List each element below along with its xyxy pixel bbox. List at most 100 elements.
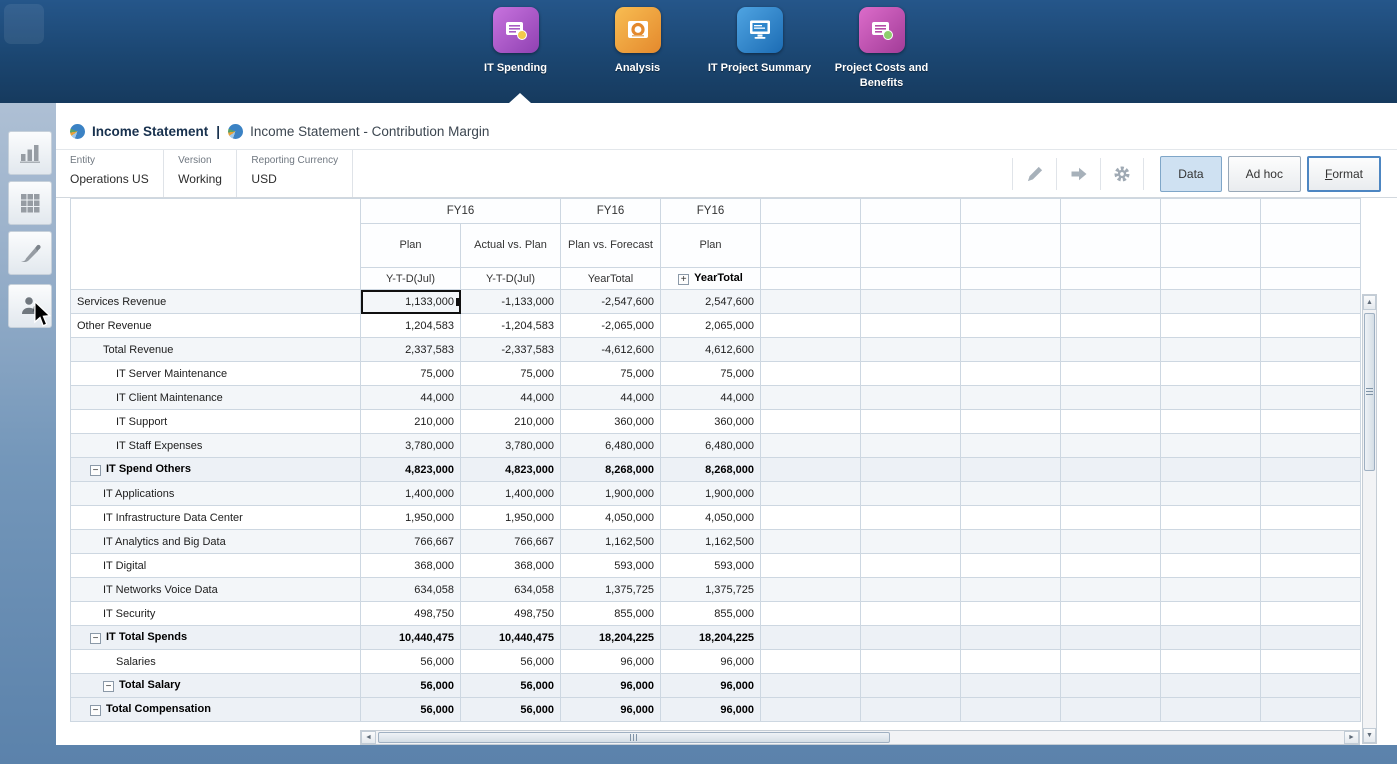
row-label[interactable]: Services Revenue (71, 290, 361, 314)
row-label[interactable]: IT Server Maintenance (71, 362, 361, 386)
grid-cell[interactable]: 96,000 (561, 674, 661, 698)
grid-cell[interactable]: -1,204,583 (461, 314, 561, 338)
column-header-empty[interactable] (1161, 268, 1261, 290)
grid-cell[interactable]: 96,000 (661, 674, 761, 698)
grid-cell[interactable] (761, 506, 861, 530)
grid-cell[interactable]: 56,000 (361, 698, 461, 722)
grid-cell[interactable]: 96,000 (561, 650, 661, 674)
grid-cell[interactable]: 75,000 (561, 362, 661, 386)
grid-cell[interactable] (761, 362, 861, 386)
grid-cell[interactable] (861, 434, 961, 458)
grid-cell[interactable] (961, 338, 1061, 362)
column-header-empty[interactable] (761, 199, 861, 224)
grid-cell[interactable]: 634,058 (461, 578, 561, 602)
collapse-icon[interactable]: − (103, 681, 114, 692)
grid-cell[interactable] (1161, 650, 1261, 674)
grid-cell[interactable] (861, 530, 961, 554)
column-header-year[interactable]: FY16 (361, 199, 561, 224)
row-label[interactable]: IT Infrastructure Data Center (71, 506, 361, 530)
grid-cell[interactable] (861, 482, 961, 506)
grid-cell[interactable] (1161, 506, 1261, 530)
edit-button[interactable] (1012, 158, 1056, 190)
grid-cell[interactable] (861, 650, 961, 674)
grid-cell[interactable] (861, 338, 961, 362)
grid-cell[interactable] (1161, 674, 1261, 698)
grid-cell[interactable] (861, 506, 961, 530)
column-header-period[interactable]: Y-T-D(Jul) (461, 268, 561, 290)
grid-cell[interactable] (1161, 482, 1261, 506)
grid-cell[interactable] (1061, 362, 1161, 386)
grid-cell[interactable]: 1,400,000 (461, 482, 561, 506)
grid-cell[interactable] (761, 290, 861, 314)
grid-cell[interactable]: 44,000 (461, 386, 561, 410)
column-header-empty[interactable] (961, 199, 1061, 224)
row-label[interactable]: Salaries (71, 650, 361, 674)
grid-cell[interactable] (1061, 482, 1161, 506)
grid-cell[interactable] (961, 434, 1061, 458)
grid-cell[interactable]: 44,000 (361, 386, 461, 410)
grid-cell[interactable] (1261, 554, 1361, 578)
grid-cell[interactable] (1161, 698, 1261, 722)
grid-cell[interactable] (1261, 674, 1361, 698)
grid-cell[interactable] (961, 674, 1061, 698)
grid-cell[interactable] (761, 434, 861, 458)
grid-cell[interactable] (1061, 314, 1161, 338)
column-header-scenario[interactable]: Actual vs. Plan (461, 224, 561, 268)
sidebar-grid-button[interactable] (8, 181, 52, 225)
grid-cell[interactable]: 1,133,000 (361, 290, 461, 314)
grid-cell[interactable]: 8,268,000 (661, 458, 761, 482)
grid-cell[interactable]: 360,000 (561, 410, 661, 434)
nav-item-it-spending[interactable]: IT Spending (460, 7, 572, 91)
nav-item-project-costs-benefits[interactable]: Project Costs and Benefits (826, 7, 938, 91)
grid-cell[interactable] (861, 578, 961, 602)
grid-cell[interactable] (1061, 698, 1161, 722)
grid-cell[interactable]: 1,950,000 (461, 506, 561, 530)
grid-cell[interactable] (1061, 674, 1161, 698)
grid-cell[interactable] (1061, 290, 1161, 314)
grid-cell[interactable] (861, 410, 961, 434)
grid-cell[interactable]: 1,900,000 (561, 482, 661, 506)
grid-cell[interactable]: 56,000 (361, 674, 461, 698)
grid-cell[interactable]: 10,440,475 (461, 626, 561, 650)
grid-cell[interactable] (1161, 338, 1261, 362)
pov-reporting-currency[interactable]: Reporting Currency USD (241, 150, 353, 197)
grid-cell[interactable] (961, 602, 1061, 626)
grid-cell[interactable] (961, 314, 1061, 338)
column-header-scenario[interactable]: Plan (361, 224, 461, 268)
grid-cell[interactable] (1061, 626, 1161, 650)
grid-cell[interactable] (961, 578, 1061, 602)
grid-cell[interactable] (1061, 386, 1161, 410)
row-label[interactable]: IT Client Maintenance (71, 386, 361, 410)
grid-cell[interactable]: 1,162,500 (661, 530, 761, 554)
pov-entity[interactable]: Entity Operations US (60, 150, 164, 197)
vertical-scrollbar[interactable]: ▲ ▼ (1362, 294, 1377, 744)
row-label[interactable]: IT Digital (71, 554, 361, 578)
grid-cell[interactable]: 44,000 (661, 386, 761, 410)
grid-cell[interactable] (1261, 626, 1361, 650)
grid-cell[interactable] (961, 386, 1061, 410)
grid-cell[interactable] (1261, 530, 1361, 554)
nav-item-analysis[interactable]: Analysis (582, 7, 694, 91)
grid-cell[interactable] (861, 602, 961, 626)
grid-cell[interactable]: 44,000 (561, 386, 661, 410)
data-button[interactable]: Data (1160, 156, 1221, 192)
grid-cell[interactable]: 1,162,500 (561, 530, 661, 554)
grid-cell[interactable]: 368,000 (361, 554, 461, 578)
grid-cell[interactable]: 8,268,000 (561, 458, 661, 482)
collapse-icon[interactable]: − (90, 633, 101, 644)
grid-cell[interactable] (961, 410, 1061, 434)
grid-cell[interactable] (961, 698, 1061, 722)
grid-cell[interactable]: 498,750 (361, 602, 461, 626)
horizontal-scroll-thumb[interactable] (378, 732, 890, 743)
grid-cell[interactable]: 4,823,000 (361, 458, 461, 482)
column-header-year[interactable]: FY16 (561, 199, 661, 224)
column-header-empty[interactable] (861, 199, 961, 224)
grid-cell[interactable]: 210,000 (461, 410, 561, 434)
grid-cell[interactable] (961, 362, 1061, 386)
grid-cell[interactable] (961, 554, 1061, 578)
row-label[interactable]: IT Analytics and Big Data (71, 530, 361, 554)
grid-cell[interactable]: 96,000 (661, 698, 761, 722)
grid-cell[interactable] (761, 482, 861, 506)
column-header-empty[interactable] (1161, 224, 1261, 268)
grid-cell[interactable]: -4,612,600 (561, 338, 661, 362)
